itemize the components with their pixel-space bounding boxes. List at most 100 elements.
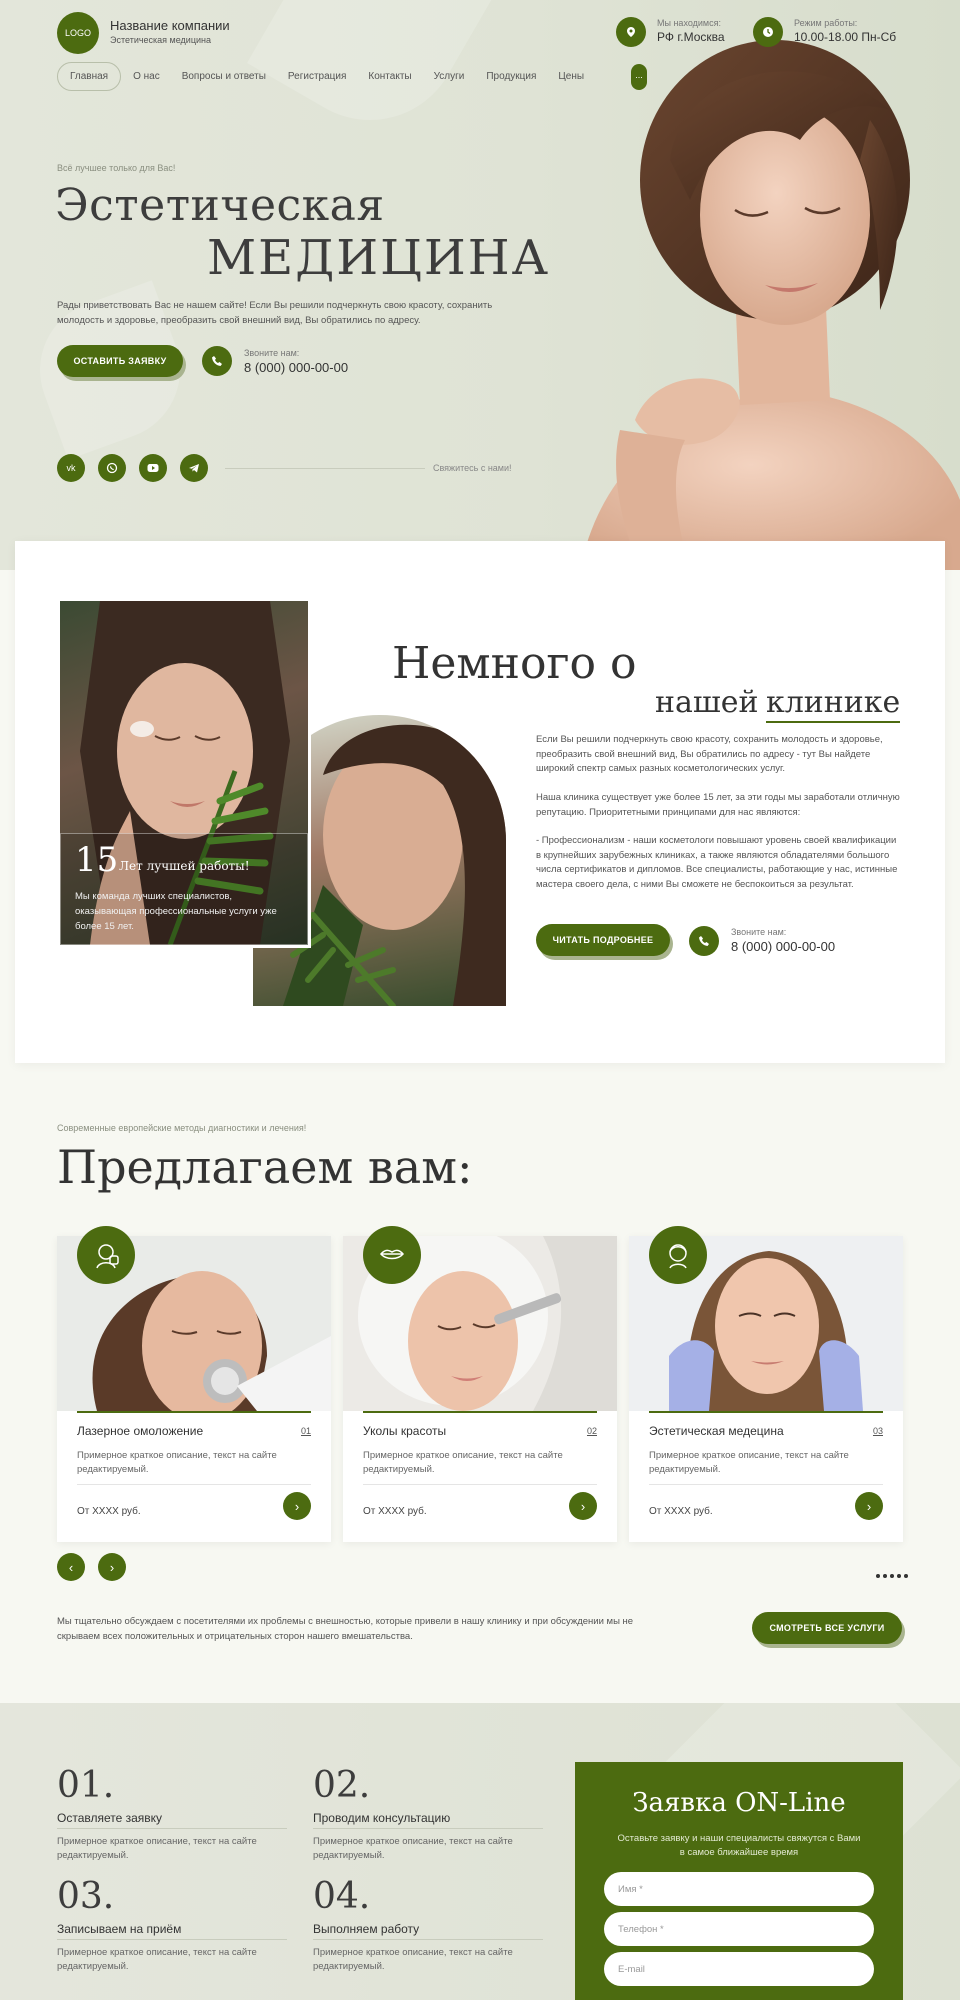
email-field[interactable]	[604, 1952, 874, 1986]
form-subtitle: Оставьте заявку и наши специалисты свяжу…	[617, 1833, 861, 1858]
online-request-form: Заявка ON-Line Оставьте заявку и наши сп…	[575, 1762, 903, 2000]
service-card[interactable]: Эстетическая медецина 03 Примерное кратк…	[629, 1226, 903, 1542]
hero-call-label: Звоните нам:	[244, 348, 300, 358]
divider	[313, 1828, 543, 1829]
logo[interactable]: LOGO	[57, 12, 99, 54]
service-price: От XXXX руб.	[649, 1506, 713, 1517]
location-label: Мы находимся:	[657, 18, 721, 28]
service-title: Эстетическая медецина	[649, 1424, 784, 1438]
nav-more-button[interactable]: ...	[631, 64, 647, 90]
service-description: Примерное краткое описание, текст на сай…	[77, 1450, 277, 1475]
divider	[649, 1411, 883, 1413]
about-paragraph-2: Наша клиника существует уже более 15 лет…	[536, 792, 900, 818]
service-description: Примерное краткое описание, текст на сай…	[363, 1450, 563, 1475]
divider	[313, 1939, 543, 1940]
divider	[363, 1411, 597, 1413]
woman-face-icon	[649, 1226, 707, 1284]
phone-icon	[202, 346, 232, 376]
hero-section: LOGO Название компании Эстетическая меди…	[0, 0, 960, 570]
form-title: Заявка ON-Line	[632, 1788, 846, 1818]
step-title: Выполняем работу	[313, 1922, 420, 1936]
youtube-icon[interactable]	[139, 454, 167, 482]
step-title: Оставляете заявку	[57, 1811, 163, 1825]
service-number: 01	[300, 1426, 311, 1436]
name-field[interactable]	[604, 1872, 874, 1906]
phone-icon	[689, 926, 719, 956]
chevron-right-icon[interactable]: ›	[283, 1492, 311, 1520]
step-title: Проводим консультацию	[313, 1811, 451, 1825]
nav-item-contacts[interactable]: Контакты	[358, 63, 423, 90]
hours-label: Режим работы:	[794, 18, 858, 28]
view-all-services-button[interactable]: СМОТРЕТЬ ВСЕ УСЛУГИ	[752, 1612, 902, 1644]
about-title-line2a: нашей	[655, 685, 759, 720]
phone-field[interactable]	[604, 1912, 874, 1946]
whatsapp-icon[interactable]	[98, 454, 126, 482]
service-title: Уколы красоты	[363, 1424, 447, 1438]
hours-value: 10.00-18.00 Пн-Сб	[794, 30, 897, 44]
leave-request-button[interactable]: ОСТАВИТЬ ЗАЯВКУ	[57, 345, 183, 377]
nav-item-products[interactable]: Продукция	[476, 63, 548, 90]
about-phone-block: Звоните нам: 8 (000) 000-00-00	[731, 927, 835, 954]
nav-item-prices[interactable]: Цены	[548, 63, 596, 90]
divider	[225, 468, 425, 469]
step-number: 03.	[57, 1876, 115, 1917]
hero-title-line1: Эстетическая	[55, 180, 385, 231]
vk-icon[interactable]: vk	[57, 454, 85, 482]
hero-tagline: Всё лучшее только для Вас!	[57, 163, 176, 173]
nav-item-services[interactable]: Услуги	[424, 63, 477, 90]
telegram-icon[interactable]	[180, 454, 208, 482]
service-title: Лазерное омоложение	[77, 1424, 204, 1438]
slider-dots[interactable]	[876, 1574, 908, 1578]
hero-phone[interactable]: 8 (000) 000-00-00	[244, 360, 348, 375]
step-description: Примерное краткое описание, текст на сай…	[313, 1947, 513, 1972]
divider	[77, 1411, 311, 1413]
nav-item-about[interactable]: О нас	[121, 63, 172, 90]
about-title-line1: Немного о	[392, 638, 637, 689]
divider	[57, 1828, 287, 1829]
service-card[interactable]: Лазерное омоложение 01 Примерное краткое…	[57, 1226, 331, 1542]
slider-next-button[interactable]: ›	[98, 1553, 126, 1581]
step-description: Примерное краткое описание, текст на сай…	[57, 1836, 257, 1861]
hero-phone-block: Звоните нам: 8 (000) 000-00-00	[244, 348, 348, 375]
about-title-line2b: клинике	[766, 685, 901, 723]
about-phone[interactable]: 8 (000) 000-00-00	[731, 939, 835, 954]
chevron-right-icon[interactable]: ›	[855, 1492, 883, 1520]
main-nav: Главная О нас Вопросы и ответы Регистрац…	[57, 62, 596, 91]
contact-us-text: Свяжитесь с нами!	[433, 463, 512, 473]
service-number: 02	[586, 1426, 597, 1436]
services-text: Мы тщательно обсуждаем с посетителями их…	[57, 1616, 634, 1642]
nav-item-home[interactable]: Главная	[57, 62, 122, 91]
step-description: Примерное краткое описание, текст на сай…	[57, 1947, 257, 1972]
step-description: Примерное краткое описание, текст на сай…	[313, 1836, 513, 1861]
slider-prev-button[interactable]: ‹	[57, 1553, 85, 1581]
nav-item-faq[interactable]: Вопросы и ответы	[172, 63, 278, 90]
chevron-right-icon[interactable]: ›	[569, 1492, 597, 1520]
read-more-button[interactable]: ЧИТАТЬ ПОДРОБНЕЕ	[536, 924, 670, 956]
nav-item-registration[interactable]: Регистрация	[278, 63, 358, 90]
service-card[interactable]: Уколы красоты 02 Примерное краткое описа…	[343, 1226, 617, 1542]
divider	[363, 1484, 597, 1485]
years-label: Лет лучшей работы!	[119, 859, 250, 873]
company-name: Название компании	[110, 18, 230, 33]
about-paragraph-1: Если Вы решили подчеркнуть свою красоту,…	[536, 734, 883, 774]
hero-woman-image	[580, 40, 960, 570]
location-block: Мы находимся: РФ г.Москва	[657, 18, 725, 44]
divider	[77, 1484, 311, 1485]
years-number: 15	[75, 840, 119, 880]
lips-icon	[363, 1226, 421, 1284]
service-price: От XXXX руб.	[363, 1506, 427, 1517]
step-number: 04.	[313, 1876, 371, 1917]
service-description: Примерное краткое описание, текст на сай…	[649, 1450, 849, 1475]
hero-text: Рады приветствовать Вас не нашем сайте! …	[57, 300, 493, 326]
hero-title-line2: МЕДИЦИНА	[207, 230, 550, 286]
about-paragraph-3: - Профессионализм - наши косметологи пов…	[536, 835, 898, 890]
location-pin-icon	[616, 17, 646, 47]
service-number: 03	[872, 1426, 883, 1436]
step-number: 02.	[313, 1765, 371, 1806]
divider	[649, 1484, 883, 1485]
location-value: РФ г.Москва	[657, 30, 725, 44]
years-card: 15 Лет лучшей работы! Мы команда лучших …	[60, 833, 308, 945]
step-title: Записываем на приём	[57, 1922, 182, 1936]
clock-icon	[753, 17, 783, 47]
about-call-label: Звоните нам:	[731, 927, 787, 937]
